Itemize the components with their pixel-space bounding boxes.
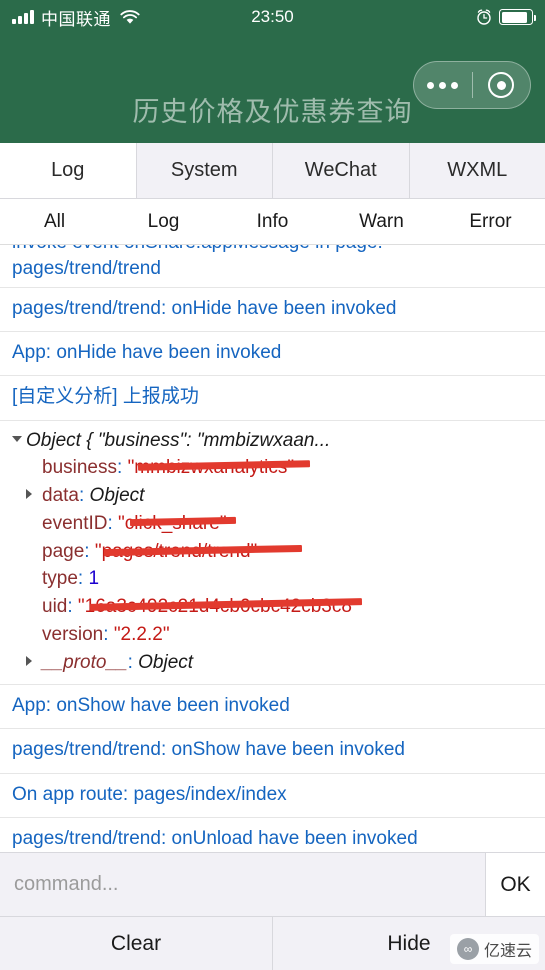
filter-tab-error[interactable]: Error <box>436 199 545 244</box>
property-key: __proto__ <box>42 651 128 673</box>
clear-button[interactable]: Clear <box>0 917 272 970</box>
property-value: Object <box>89 485 145 507</box>
filter-tab-all[interactable]: All <box>0 199 109 244</box>
command-input[interactable] <box>0 853 485 916</box>
property-key: eventID <box>42 512 108 534</box>
log-row[interactable]: pages/trend/trend: onHide have been invo… <box>0 288 545 333</box>
phone-screen: 中国联通 23:50 历史价格及优惠券查询 Log System WeChat … <box>0 0 545 970</box>
colon: : <box>117 457 128 479</box>
object-property-type: type: 1 <box>12 565 533 593</box>
carrier-label: 中国联通 <box>41 9 111 29</box>
object-property-uid: uid: "16a3c492c21d4cb0cbc42cb3c8" <box>12 593 533 621</box>
object-header[interactable]: Object { "business": "mmbizwxaan... <box>12 427 533 455</box>
object-property-eventid: eventID: "click_share" <box>12 510 533 538</box>
signal-bars-icon <box>12 10 34 24</box>
watermark-text: 亿速云 <box>483 943 532 960</box>
log-row[interactable]: pages/trend/trend: onUnload have been in… <box>0 818 545 852</box>
filter-tabs: All Log Info Warn Error <box>0 199 545 245</box>
tab-log[interactable]: Log <box>0 143 137 198</box>
filter-tab-log[interactable]: Log <box>109 199 218 244</box>
colon: : <box>78 485 90 507</box>
log-row[interactable]: On app route: pages/index/index <box>0 774 545 818</box>
log-row-line: invoke event onShare:appMessage in page: <box>12 245 533 256</box>
nav-bar: 历史价格及优惠券查询 <box>0 34 545 143</box>
property-key: page <box>42 540 85 562</box>
colon: : <box>127 651 139 673</box>
log-row[interactable]: pages/trend/trend: onShow have been invo… <box>0 729 545 774</box>
property-value: Object <box>138 651 194 673</box>
property-key: version <box>42 623 104 645</box>
battery-icon <box>499 9 536 25</box>
status-bar-left: 中国联通 <box>12 5 140 30</box>
page-title: 历史价格及优惠券查询 <box>132 97 413 127</box>
bottom-bar: Clear Hide ∞ 亿速云 <box>0 916 545 970</box>
object-property-proto[interactable]: __proto__: Object <box>12 649 533 677</box>
log-row[interactable]: [自定义分析] 上报成功 <box>0 376 545 421</box>
log-row-line: pages/trend/trend <box>12 258 161 280</box>
colon: : <box>84 540 95 562</box>
log-row[interactable]: App: onShow have been invoked <box>0 685 545 730</box>
ok-button[interactable]: OK <box>485 853 545 916</box>
log-row[interactable]: invoke event onShare:appMessage in page:… <box>0 245 545 288</box>
chevron-down-icon[interactable] <box>12 435 22 442</box>
watermark-logo-icon: ∞ <box>456 938 479 960</box>
object-property-data[interactable]: data: Object <box>12 482 533 510</box>
colon: : <box>103 623 114 645</box>
watermark: ∞ 亿速云 <box>449 934 539 964</box>
primary-tabs: Log System WeChat WXML <box>0 143 545 199</box>
property-key: data <box>42 485 79 507</box>
status-bar-right <box>476 9 536 25</box>
filter-tab-info[interactable]: Info <box>218 199 327 244</box>
tab-wxml[interactable]: WXML <box>409 143 545 198</box>
status-bar: 中国联通 23:50 <box>0 0 545 34</box>
colon: : <box>67 596 78 618</box>
tab-wechat[interactable]: WeChat <box>273 143 410 198</box>
tab-system[interactable]: System <box>136 143 273 198</box>
property-key: business <box>42 457 117 479</box>
property-key: type <box>42 568 78 590</box>
property-value: 1 <box>88 568 100 590</box>
log-row-clipped-inner: invoke event onShare:appMessage in page:… <box>12 245 533 282</box>
command-bar: OK <box>0 852 545 916</box>
more-dots-icon[interactable] <box>414 81 472 89</box>
object-property-business: business: "mmbizwxanalytics" <box>12 454 533 482</box>
colon: : <box>107 512 119 534</box>
property-value: "2.2.2" <box>113 623 170 645</box>
object-property-version: version: "2.2.2" <box>12 621 533 649</box>
colon: : <box>77 568 89 590</box>
log-list[interactable]: invoke event onShare:appMessage in page:… <box>0 245 545 852</box>
wifi-icon <box>120 9 140 25</box>
property-key: uid <box>42 596 68 618</box>
alarm-clock-icon <box>476 9 492 25</box>
object-header-label: Object { "business": "mmbizwxaan... <box>26 429 331 451</box>
object-property-page: page: "pages/trend/trend" <box>12 538 533 566</box>
log-row[interactable]: App: onHide have been invoked <box>0 332 545 377</box>
chevron-right-icon[interactable] <box>26 489 32 500</box>
chevron-right-icon[interactable] <box>26 655 32 666</box>
filter-tab-warn[interactable]: Warn <box>327 199 436 244</box>
log-object-row[interactable]: Object { "business": "mmbizwxaan... busi… <box>0 421 545 686</box>
